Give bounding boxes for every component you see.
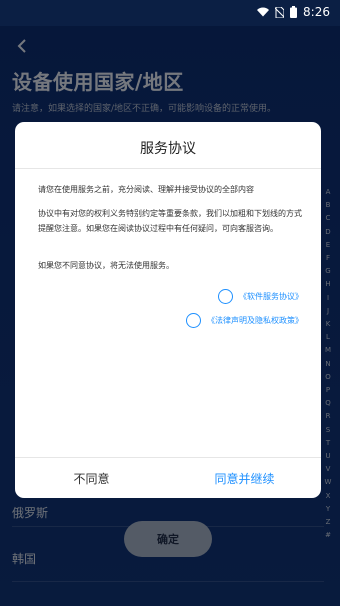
status-icons: 8:26	[257, 5, 330, 19]
radio-button[interactable]	[186, 313, 201, 328]
dialog-divider	[15, 168, 321, 169]
battery-icon	[290, 6, 298, 18]
privacy-policy-option[interactable]: 《法律声明及隐私权政策》	[186, 313, 303, 328]
disagree-button[interactable]: 不同意	[15, 466, 168, 490]
software-agreement-link[interactable]: 《软件服务协议》	[239, 291, 303, 302]
dialog-title: 服务协议	[140, 141, 196, 157]
radio-button[interactable]	[218, 289, 233, 304]
agree-continue-button[interactable]: 同意并继续	[168, 466, 321, 490]
dialog-paragraph: 协议中有对您的权利义务特别约定等重要条款，我们以加粗和下划线的方式提醒您注意。如…	[38, 209, 302, 233]
dialog-paragraph: 如果您不同意协议，将无法使用服务。	[38, 261, 174, 270]
service-agreement-dialog: 服务协议 请您在使用服务之前，充分阅读、理解并接受协议的全部内容 协议中有对您的…	[15, 122, 321, 498]
software-agreement-option[interactable]: 《软件服务协议》	[218, 289, 303, 304]
wifi-icon	[257, 7, 270, 17]
clock: 8:26	[303, 5, 330, 19]
status-bar: 8:26	[0, 0, 340, 26]
dialog-footer-divider	[15, 457, 321, 458]
country-region-screen: 设备使用国家/地区 请注意，如果选择的国家/地区不正确，可能影响设备的正常使用。…	[0, 26, 340, 606]
dialog-paragraph: 请您在使用服务之前，充分阅读、理解并接受协议的全部内容	[38, 185, 254, 194]
privacy-policy-link[interactable]: 《法律声明及隐私权政策》	[207, 315, 303, 326]
no-sim-icon	[275, 6, 285, 18]
